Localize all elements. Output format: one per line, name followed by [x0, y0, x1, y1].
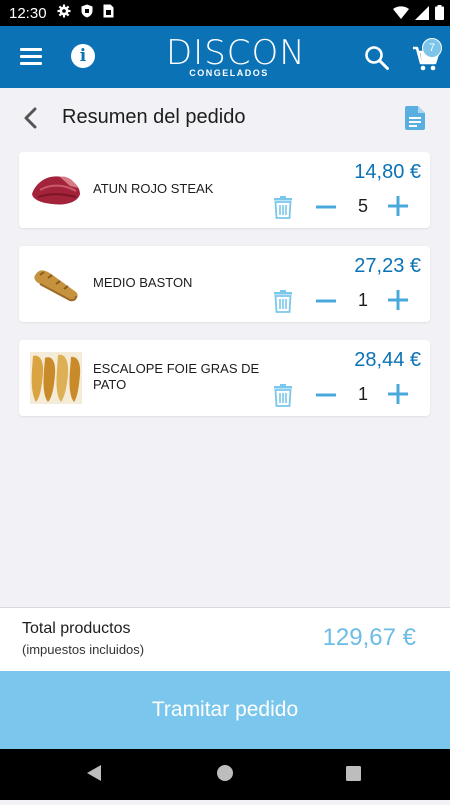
product-price: 14,80 €	[354, 161, 421, 183]
product-image	[30, 258, 82, 310]
sim-card-icon	[103, 4, 114, 22]
total-label: Total productos	[22, 620, 131, 637]
quantity-value: 5	[357, 196, 368, 216]
brand-logo: DISCON CONGELADOS	[166, 33, 305, 81]
order-item: ESCALOPE FOIE GRAS DE PATO 28,44 € 1	[19, 340, 430, 416]
status-time: 12:30	[9, 4, 47, 22]
shield-icon	[81, 4, 93, 22]
product-name: ESCALOPE FOIE GRAS DE PATO	[93, 361, 260, 392]
document-icon[interactable]	[405, 106, 425, 130]
page-title: Resumen del pedido	[62, 106, 246, 128]
status-bar: 12:30	[0, 0, 450, 26]
back-arrow-icon[interactable]	[22, 107, 40, 129]
increase-quantity-button[interactable]	[387, 195, 409, 217]
recents-nav-icon[interactable]	[346, 766, 361, 781]
product-price: 28,44 €	[354, 349, 421, 371]
product-name: MEDIO BASTON	[93, 275, 193, 290]
brand-subtitle: CONGELADOS	[189, 68, 269, 78]
product-image	[30, 164, 82, 216]
order-item: ATUN ROJO STEAK 14,80 € 5	[19, 152, 430, 228]
search-icon[interactable]	[364, 45, 390, 71]
home-nav-icon[interactable]	[217, 765, 233, 781]
back-nav-icon[interactable]	[87, 765, 101, 781]
menu-icon[interactable]	[20, 48, 42, 66]
trash-icon[interactable]	[273, 289, 293, 313]
checkout-button[interactable]: Tramitar pedido	[0, 671, 450, 749]
decrease-quantity-button[interactable]	[315, 384, 337, 406]
product-name: ATUN ROJO STEAK	[93, 181, 214, 196]
trash-icon[interactable]	[273, 195, 293, 219]
tax-note: (impuestos incluidos)	[22, 642, 145, 657]
system-navigation-bar	[0, 749, 450, 800]
battery-icon	[435, 5, 444, 24]
decrease-quantity-button[interactable]	[315, 290, 337, 312]
quantity-value: 1	[357, 290, 368, 310]
settings-gear-icon	[57, 4, 71, 22]
decrease-quantity-button[interactable]	[315, 196, 337, 218]
signal-icon	[415, 5, 429, 24]
order-item: MEDIO BASTON 27,23 € 1	[19, 246, 430, 322]
status-indicators	[393, 5, 444, 24]
brand-word: DISCON	[166, 33, 306, 73]
info-icon[interactable]: i	[71, 44, 95, 68]
product-price: 27,23 €	[354, 255, 421, 277]
wifi-icon	[393, 5, 409, 24]
trash-icon[interactable]	[273, 383, 293, 407]
quantity-value: 1	[357, 384, 368, 404]
order-total-bar: Total productos (impuestos incluidos) 12…	[0, 607, 450, 672]
total-value: 129,67 €	[322, 624, 416, 651]
increase-quantity-button[interactable]	[387, 289, 409, 311]
cart-count-badge: 7	[422, 38, 442, 58]
page-header: Resumen del pedido	[0, 88, 450, 150]
increase-quantity-button[interactable]	[387, 383, 409, 405]
product-image	[30, 352, 82, 404]
app-bar: i DISCON CONGELADOS 7	[0, 26, 450, 88]
